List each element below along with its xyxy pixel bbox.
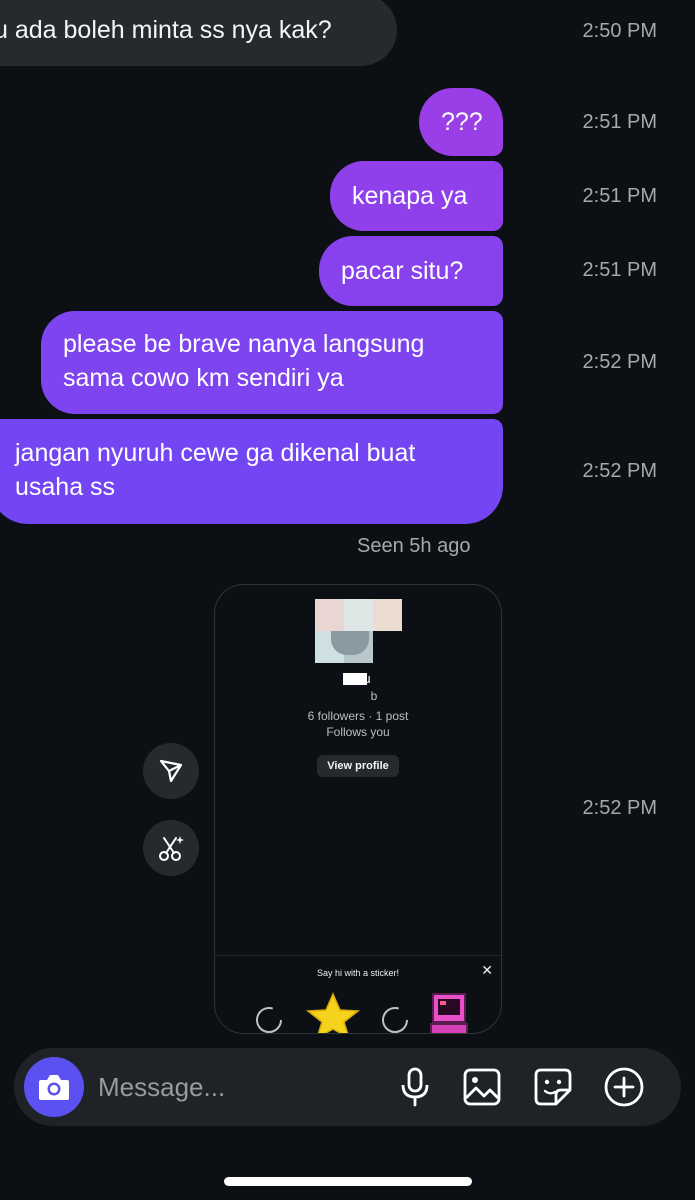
microphone-icon: [401, 1067, 429, 1107]
follows-you-label: Follows you: [326, 725, 390, 739]
profile-handle: b: [370, 689, 378, 703]
sticker-button[interactable]: [532, 1066, 574, 1108]
message-timestamp: 2:51 PM: [582, 259, 657, 281]
message-timestamp: 2:50 PM: [582, 20, 657, 42]
message-bubble-outgoing[interactable]: please be brave nanya langsung sama cowo…: [41, 311, 503, 414]
share-button[interactable]: [143, 743, 199, 799]
camera-icon: [39, 1075, 69, 1100]
message-bubble-outgoing[interactable]: ???: [419, 88, 503, 156]
cut-icon: [159, 836, 184, 861]
message-bubble-incoming[interactable]: u ada boleh minta ss nya kak?: [0, 0, 397, 66]
message-text: kenapa ya: [352, 182, 468, 210]
message-composer: [14, 1048, 681, 1126]
message-text: u ada boleh minta ss nya kak?: [0, 16, 332, 44]
message-text: ???: [441, 108, 483, 136]
message-text-line: usaha ss: [15, 473, 116, 501]
message-text-line: sama cowo km sendiri ya: [63, 364, 344, 392]
loading-spinner-icon: [382, 1007, 408, 1033]
message-bubble-outgoing[interactable]: jangan nyuruh cewe ga dikenal buat usaha…: [0, 419, 503, 524]
sticker-icon: [534, 1068, 572, 1106]
shared-profile-card[interactable]: u b 6 followers · 1 post Follows you Vie…: [214, 584, 502, 1034]
home-indicator[interactable]: [224, 1177, 472, 1186]
seen-status: Seen 5h ago: [357, 535, 471, 557]
ai-cut-button[interactable]: [143, 820, 199, 876]
message-input[interactable]: [98, 1067, 378, 1107]
message-text-line: jangan nyuruh cewe ga dikenal buat: [15, 439, 416, 467]
voice-message-button[interactable]: [394, 1066, 436, 1108]
profile-username: u: [363, 671, 371, 686]
gallery-icon: [463, 1068, 501, 1106]
close-icon[interactable]: ✕: [481, 962, 493, 979]
message-timestamp: 2:51 PM: [582, 185, 657, 207]
plus-icon: [604, 1067, 644, 1107]
profile-stats: 6 followers · 1 post: [307, 709, 409, 723]
camera-button[interactable]: [24, 1057, 84, 1117]
gallery-button[interactable]: [461, 1066, 503, 1108]
loading-spinner-icon: [256, 1007, 282, 1033]
message-timestamp: 2:51 PM: [582, 111, 657, 133]
send-icon: [159, 759, 183, 783]
message-timestamp: 2:52 PM: [582, 797, 657, 819]
message-text-line: please be brave nanya langsung: [63, 330, 425, 358]
star-sticker-icon[interactable]: [305, 992, 361, 1034]
message-bubble-outgoing[interactable]: pacar situ?: [319, 236, 503, 306]
computer-sticker-icon[interactable]: [429, 992, 471, 1034]
sticker-prompt: Say hi with a sticker!: [316, 968, 400, 978]
message-timestamp: 2:52 PM: [582, 460, 657, 482]
view-profile-button[interactable]: View profile: [317, 755, 399, 777]
message-timestamp: 2:52 PM: [582, 351, 657, 373]
message-bubble-outgoing[interactable]: kenapa ya: [330, 161, 503, 231]
message-text: pacar situ?: [341, 257, 464, 285]
more-options-button[interactable]: [603, 1066, 645, 1108]
sticker-suggestion-bar: Say hi with a sticker! ✕: [215, 955, 501, 1034]
